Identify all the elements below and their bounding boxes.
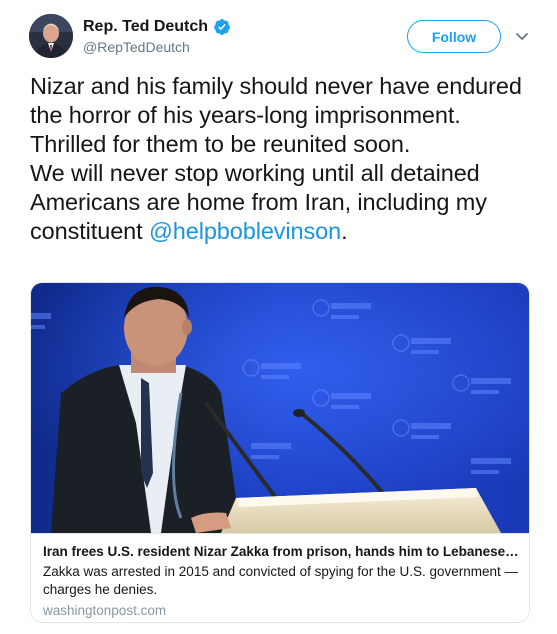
card-image[interactable] [31, 283, 529, 533]
user-handle[interactable]: @RepTedDeutch [83, 39, 231, 55]
display-name[interactable]: Rep. Ted Deutch [83, 18, 208, 36]
tweet: Rep. Ted Deutch @RepTedDeutch Follow Niz… [0, 0, 557, 634]
mention-link[interactable]: @helpboblevinson [149, 218, 341, 244]
avatar[interactable] [29, 14, 73, 58]
tweet-paragraph-2-end: . [341, 218, 348, 244]
tweet-header: Rep. Ted Deutch @RepTedDeutch Follow [29, 14, 539, 64]
card-domain: washingtonpost.com [43, 603, 167, 618]
tweet-text: Nizar and his family should never have e… [30, 72, 540, 246]
user-names: Rep. Ted Deutch @RepTedDeutch [83, 16, 231, 55]
card-title[interactable]: Iran frees U.S. resident Nizar Zakka fro… [43, 543, 519, 561]
link-card[interactable]: Iran frees U.S. resident Nizar Zakka fro… [30, 282, 530, 623]
tweet-paragraph-2: We will never stop working until all det… [30, 159, 540, 246]
chevron-down-icon[interactable] [514, 28, 530, 44]
verified-badge-icon [213, 18, 231, 36]
card-body[interactable]: Iran frees U.S. resident Nizar Zakka fro… [31, 533, 529, 622]
card-description: Zakka was arrested in 2015 and convicted… [43, 564, 518, 597]
follow-button[interactable]: Follow [407, 20, 501, 53]
tweet-paragraph-1: Nizar and his family should never have e… [30, 73, 522, 157]
